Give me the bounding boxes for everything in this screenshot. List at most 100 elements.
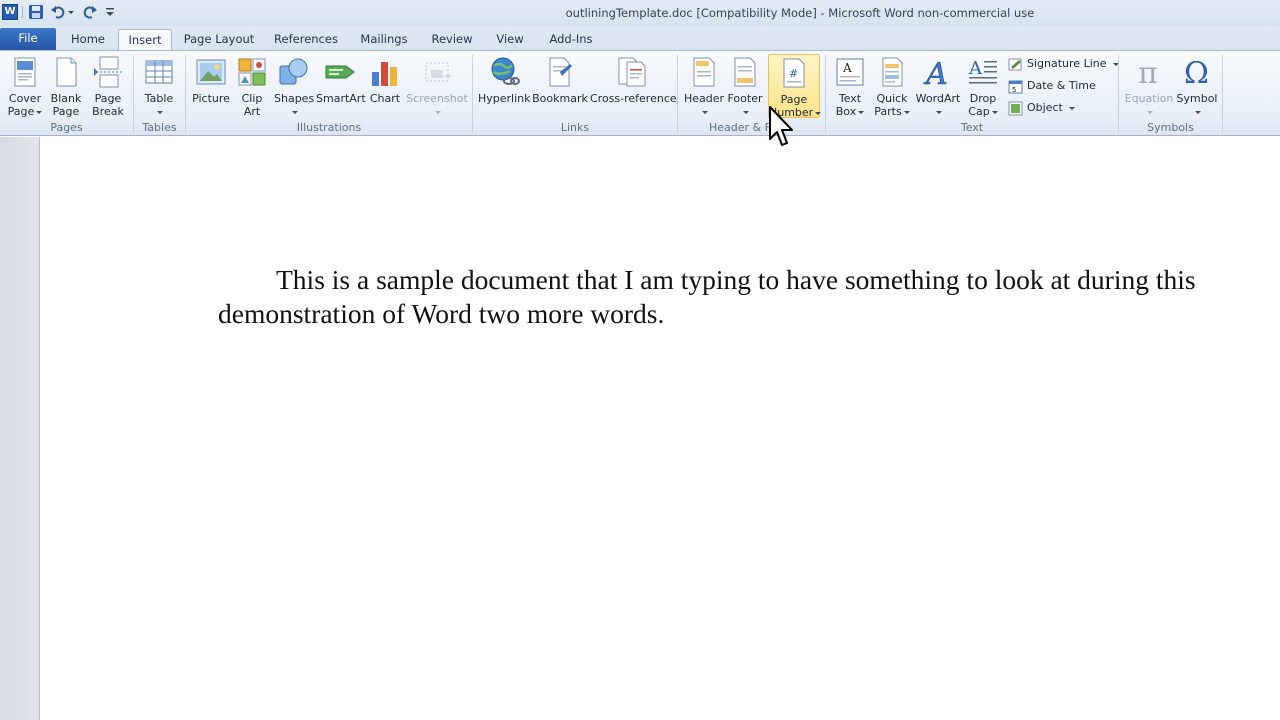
cross-reference-button[interactable]: Cross-reference (590, 54, 677, 105)
text-box-button[interactable]: A Text Box (830, 54, 870, 118)
chevron-down-icon (903, 110, 910, 114)
document-area[interactable]: This is a sample document that I am typi… (0, 137, 1280, 720)
drop-cap-button[interactable]: A Drop Cap (964, 54, 1002, 118)
footer-button[interactable]: Footer (724, 54, 766, 118)
page-left-margin (0, 137, 40, 720)
clip-art-button[interactable]: Clip Art (234, 54, 270, 118)
wordart-icon: A (922, 56, 954, 93)
svg-text:Ω: Ω (1184, 56, 1209, 88)
tab-file[interactable]: File (0, 28, 56, 50)
smartart-button[interactable]: SmartArt (316, 54, 366, 105)
page-number-icon: # (778, 57, 810, 89)
tab-references[interactable]: References (270, 29, 342, 50)
chevron-down-icon (435, 110, 441, 114)
quick-parts-button[interactable]: Quick Parts (872, 54, 912, 118)
page-break-button[interactable]: Page Break (88, 54, 128, 118)
header-label: Header (683, 92, 725, 105)
equation-button[interactable]: π Equation (1122, 54, 1176, 118)
ribbon-tab-row: File Home Insert Page Layout References … (0, 26, 1280, 50)
header-button[interactable]: Header (682, 54, 726, 118)
object-icon (1008, 101, 1023, 115)
text-box-icon: A (834, 56, 866, 88)
footer-label: Footer (727, 92, 763, 105)
picture-icon (195, 56, 227, 88)
tab-page-layout[interactable]: Page Layout (180, 29, 258, 50)
screenshot-button[interactable]: Screenshot (406, 54, 468, 118)
pi-icon: π (1133, 56, 1165, 91)
ribbon: Cover Page Blank Page Page Break Pages T… (0, 50, 1280, 136)
object-button[interactable]: Object (1008, 99, 1075, 117)
signature-line-icon (1008, 58, 1022, 70)
picture-button[interactable]: Picture (190, 54, 232, 105)
blank-page-icon (50, 56, 82, 88)
chevron-down-icon (157, 110, 163, 114)
signature-line-label: Signature Line (1027, 57, 1107, 70)
text-box-label-2: Box (835, 105, 857, 118)
date-time-label: Date & Time (1027, 79, 1096, 92)
shapes-button[interactable]: Shapes (274, 54, 314, 118)
shapes-icon (278, 56, 310, 88)
date-time-button[interactable]: 5 Date & Time (1008, 77, 1096, 95)
hyperlink-button[interactable]: Hyperlink (478, 54, 531, 105)
symbol-button[interactable]: Ω Symbol (1176, 54, 1218, 118)
window-title: outliningTemplate.doc [Compatibility Mod… (565, 6, 1035, 20)
chevron-down-icon (858, 110, 865, 114)
bookmark-label: Bookmark (532, 92, 588, 105)
tab-mailings[interactable]: Mailings (354, 29, 414, 50)
smartart-label: SmartArt (316, 92, 366, 105)
header-icon (688, 56, 720, 88)
chart-button[interactable]: Chart (366, 54, 404, 105)
svg-text:#: # (789, 67, 798, 80)
group-label-text: Text (960, 121, 984, 134)
svg-text:π: π (1138, 56, 1158, 88)
table-icon (143, 56, 175, 88)
title-bar: W outliningTemplate.doc [Compatibility M… (0, 0, 1280, 26)
tab-insert[interactable]: Insert (118, 29, 172, 50)
equation-label: Equation (1124, 92, 1174, 105)
group-label-tables: Tables (142, 121, 177, 134)
drop-cap-icon: A (967, 56, 999, 88)
screenshot-label: Screenshot (406, 92, 468, 105)
page-break-label-1: Page (94, 92, 122, 105)
tab-review[interactable]: Review (426, 29, 478, 50)
cover-page-label-2: Page (7, 105, 35, 118)
screenshot-icon (421, 56, 453, 88)
quick-parts-icon (876, 56, 908, 88)
cross-reference-label: Cross-reference (590, 92, 677, 105)
signature-line-button[interactable]: Signature Line (1008, 55, 1119, 73)
blank-page-button[interactable]: Blank Page (48, 54, 84, 118)
group-separator (1222, 55, 1223, 133)
page-break-icon (92, 56, 124, 88)
group-label-illustrations: Illustrations (296, 121, 362, 134)
bookmark-icon (544, 56, 576, 88)
table-button[interactable]: Table (140, 54, 178, 118)
group-label-pages: Pages (50, 121, 83, 134)
chevron-down-icon (1147, 110, 1153, 114)
chevron-down-icon (1195, 110, 1201, 114)
quick-parts-label-1: Quick (876, 92, 908, 105)
bookmark-button[interactable]: Bookmark (532, 54, 588, 105)
shapes-label: Shapes (274, 92, 315, 105)
group-label-links: Links (560, 121, 590, 134)
svg-text:A: A (923, 57, 948, 88)
clip-art-icon (236, 56, 268, 88)
symbol-label: Symbol (1176, 92, 1218, 105)
cover-page-label-1: Cover (8, 92, 42, 105)
cross-reference-icon (615, 56, 647, 88)
chevron-down-icon (936, 110, 942, 114)
tab-view[interactable]: View (490, 29, 530, 50)
tab-home[interactable]: Home (63, 29, 113, 50)
footer-icon (729, 56, 761, 88)
chevron-down-icon (815, 111, 822, 115)
omega-icon: Ω (1181, 56, 1213, 91)
hyperlink-icon (488, 56, 520, 88)
wordart-button[interactable]: A WordArt (914, 54, 962, 118)
tab-add-ins[interactable]: Add-Ins (542, 29, 600, 50)
document-line-2: demonstration of Word two more words. (218, 298, 665, 329)
drop-cap-label-1: Drop (969, 92, 997, 105)
cover-page-button[interactable]: Cover Page (4, 54, 46, 118)
chart-label: Chart (369, 92, 401, 105)
svg-text:A: A (842, 61, 852, 75)
document-line-1: This is a sample document that I am typi… (276, 264, 1196, 295)
document-paragraph[interactable]: This is a sample document that I am typi… (218, 263, 1262, 331)
